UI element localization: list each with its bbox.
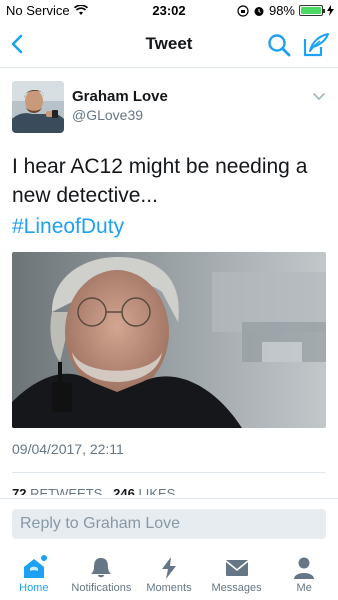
tweet-photo[interactable]: [12, 252, 326, 428]
chevron-down-icon[interactable]: [312, 92, 326, 102]
avatar[interactable]: [12, 81, 64, 133]
unread-dot: [41, 555, 47, 561]
tab-me-label: Me: [296, 582, 312, 594]
tweet-text: I hear AC12 might be needing a new detec…: [12, 155, 308, 207]
envelope-icon: [225, 560, 249, 576]
likes-label[interactable]: LIKES: [139, 486, 176, 495]
tab-notifications[interactable]: Notifications: [68, 548, 136, 600]
divider: [12, 472, 326, 473]
tweet-hashtag-link[interactable]: #LineofDuty: [12, 212, 124, 241]
charging-icon: [327, 5, 334, 16]
tab-home-label: Home: [19, 582, 49, 594]
reply-input[interactable]: [12, 509, 326, 539]
tab-me[interactable]: Me: [270, 548, 338, 600]
person-icon: [294, 557, 315, 579]
tab-messages-label: Messages: [211, 582, 262, 594]
tab-moments[interactable]: Moments: [135, 548, 203, 600]
author-handle[interactable]: @GLove39: [72, 107, 143, 123]
battery-icon: [299, 5, 325, 16]
status-bar: No Service 23:02 98%: [0, 0, 338, 22]
battery-fill: [301, 7, 321, 14]
tab-home[interactable]: Home: [0, 548, 68, 600]
tab-bar: Home Notifications Moments Messages Me: [0, 548, 338, 600]
alarm-icon: [254, 6, 264, 16]
bell-icon: [91, 558, 112, 578]
rotation-lock-icon: [237, 4, 249, 17]
tab-notifications-label: Notifications: [71, 582, 132, 594]
retweets-label[interactable]: RETWEETS: [30, 486, 102, 495]
lightning-icon: [161, 557, 176, 579]
tweet-photo-image: [12, 252, 326, 428]
battery-percent: 98%: [268, 3, 295, 18]
nav-bar: Tweet: [0, 22, 338, 68]
author-name[interactable]: Graham Love: [72, 88, 168, 105]
avatar-image: [12, 81, 64, 133]
battery-cap: [323, 9, 325, 13]
retweet-count[interactable]: 72: [12, 486, 26, 495]
tweet-timestamp: 09/04/2017, 22:11: [12, 441, 124, 457]
compose-icon[interactable]: [302, 32, 330, 58]
like-count[interactable]: 246: [113, 486, 135, 495]
tweet-stats: 72 RETWEETS 246 LIKES: [12, 486, 175, 495]
reply-bar: [0, 498, 338, 548]
tab-messages[interactable]: Messages: [203, 548, 271, 600]
status-right: 98%: [237, 3, 334, 18]
tab-moments-label: Moments: [146, 582, 192, 594]
search-icon[interactable]: [266, 32, 292, 58]
